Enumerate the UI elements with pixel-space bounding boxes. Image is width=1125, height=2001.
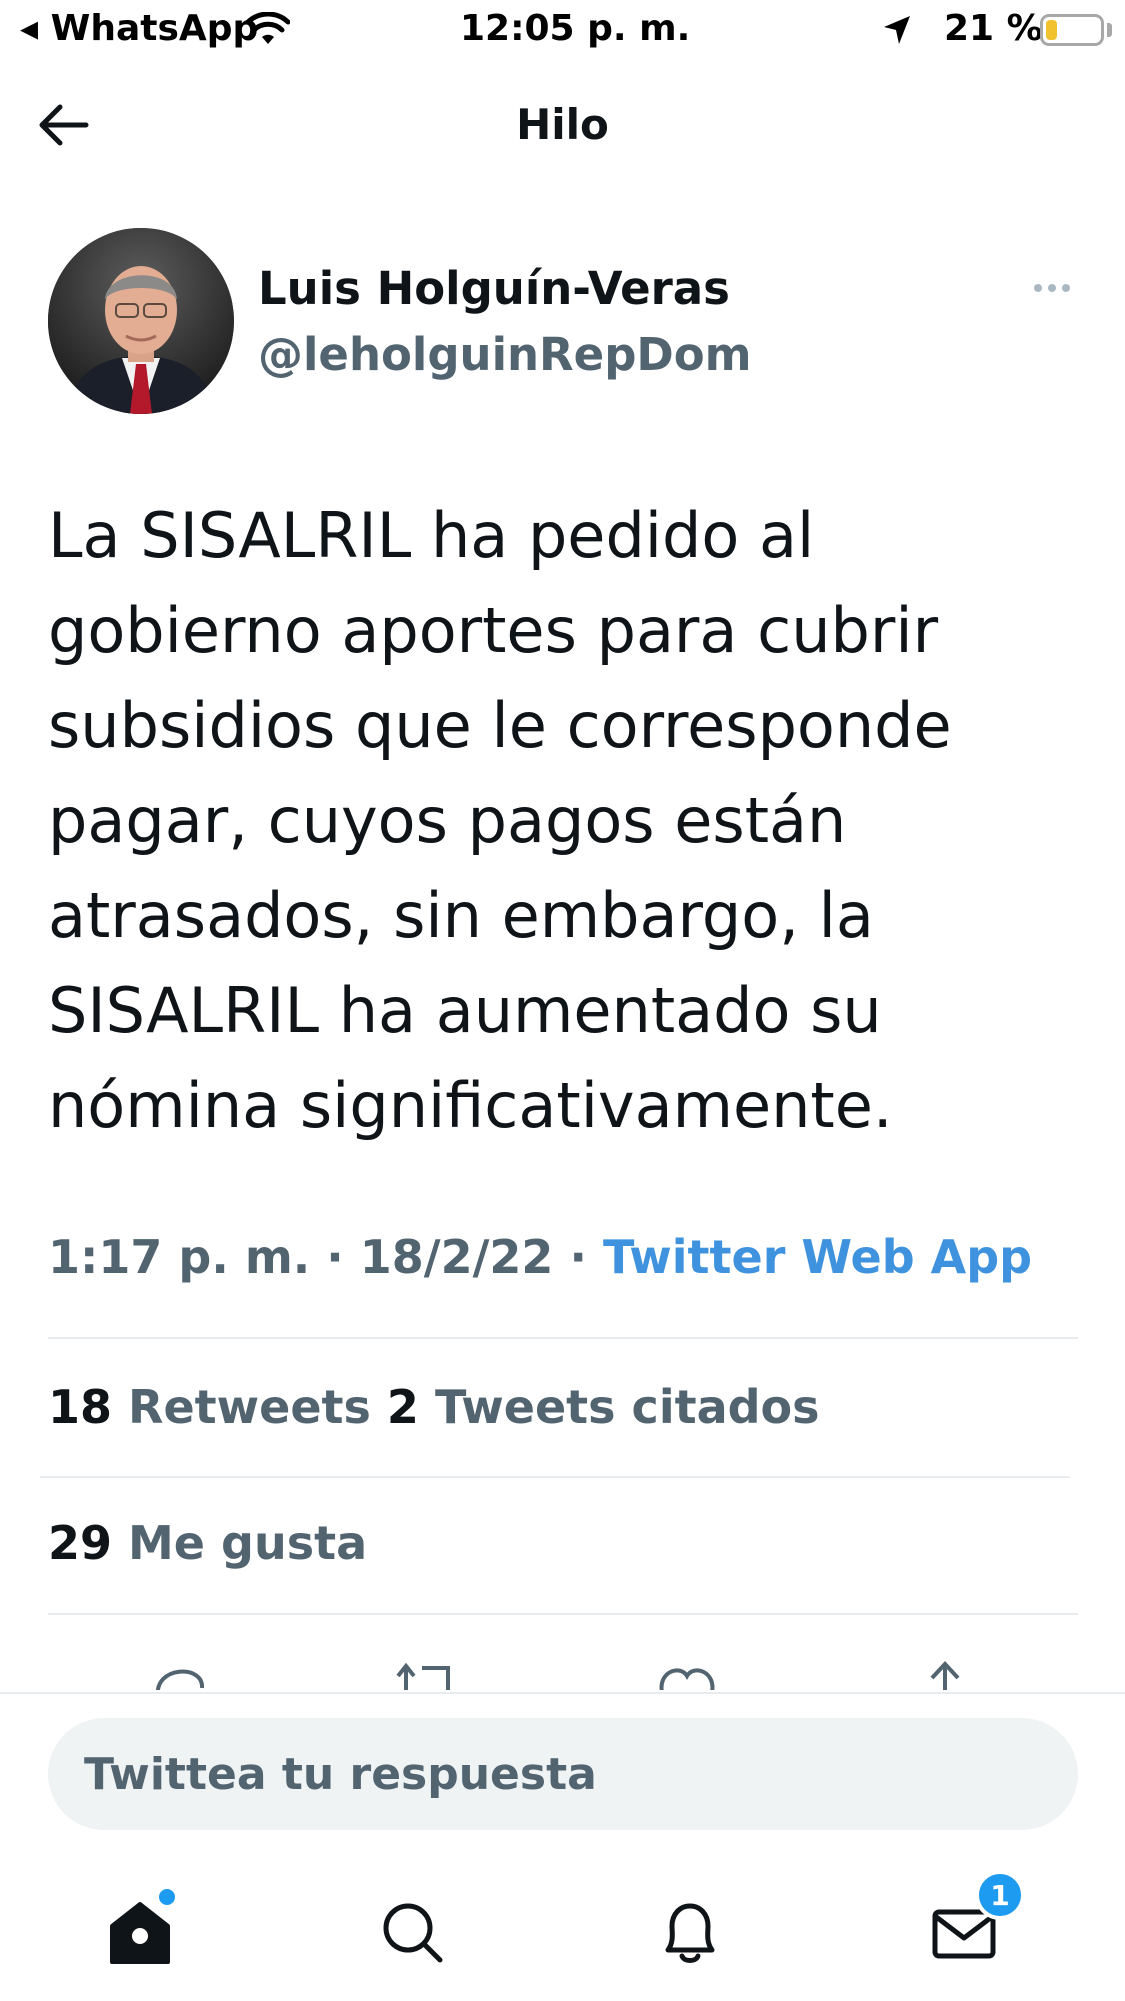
divider bbox=[40, 1476, 1070, 1478]
reply-composer: Twittea tu respuesta bbox=[0, 1692, 1125, 1862]
reply-button[interactable] bbox=[144, 1656, 214, 1690]
retweet-button[interactable] bbox=[392, 1656, 462, 1690]
retweet-icon bbox=[396, 1662, 450, 1690]
more-dot bbox=[1048, 284, 1056, 292]
avatar-image bbox=[48, 228, 234, 414]
battery-nub bbox=[1107, 23, 1112, 37]
nav-bar: Hilo bbox=[0, 62, 1125, 192]
status-bar: ◂ WhatsApp 12:05 p. m. 21 % bbox=[0, 0, 1125, 62]
back-to-app-link[interactable]: ◂ WhatsApp bbox=[20, 8, 258, 49]
meta-separator: · bbox=[569, 1230, 587, 1284]
author-name[interactable]: Luis Holguín-Veras bbox=[258, 262, 730, 315]
tweet-source-link[interactable]: Twitter Web App bbox=[603, 1230, 1032, 1284]
quotes-link[interactable]: 2 Tweets citados bbox=[387, 1380, 820, 1434]
tab-bar: 1 bbox=[0, 1862, 1125, 2001]
messages-badge: 1 bbox=[975, 1870, 1025, 1920]
location-arrow-icon bbox=[884, 16, 910, 44]
like-button[interactable] bbox=[652, 1656, 722, 1690]
likes-label: Me gusta bbox=[128, 1516, 368, 1570]
more-dot bbox=[1062, 284, 1070, 292]
more-options-button[interactable] bbox=[1026, 270, 1078, 306]
battery-percentage: 21 % bbox=[944, 8, 1043, 49]
tweet-text-line: atrasados, sin embargo, la bbox=[48, 879, 874, 952]
tweet-date: 18/2/22 bbox=[359, 1230, 554, 1284]
tweet-text-line: SISALRIL ha aumentado su bbox=[48, 974, 882, 1047]
more-dot bbox=[1034, 284, 1042, 292]
tweet-text-line: La SISALRIL ha pedido al bbox=[48, 499, 815, 572]
author-handle[interactable]: @leholguinRepDom bbox=[258, 328, 752, 381]
tweet-text-line: subsidios que le corresponde bbox=[48, 689, 952, 762]
tweet-text-line: nómina significativamente. bbox=[48, 1069, 893, 1142]
divider bbox=[48, 1613, 1078, 1615]
quotes-count: 2 bbox=[386, 1380, 419, 1434]
search-icon bbox=[383, 1903, 443, 1963]
status-time: 12:05 p. m. bbox=[460, 8, 691, 49]
bell-icon bbox=[665, 1903, 715, 1963]
retweets-link[interactable]: 18 Retweets bbox=[48, 1380, 387, 1434]
tweet-text-line: gobierno aportes para cubrir bbox=[48, 594, 939, 667]
tab-home[interactable] bbox=[90, 1882, 190, 1982]
author-avatar[interactable] bbox=[48, 228, 234, 414]
share-button[interactable] bbox=[910, 1656, 980, 1690]
tab-notifications[interactable] bbox=[640, 1882, 740, 1982]
likes-stats-row[interactable]: 29 Me gusta bbox=[48, 1516, 367, 1570]
likes-count: 29 bbox=[48, 1516, 113, 1570]
retweets-label: Retweets bbox=[128, 1380, 371, 1434]
retweets-count: 18 bbox=[48, 1380, 113, 1434]
divider bbox=[48, 1337, 1078, 1339]
page-title: Hilo bbox=[516, 100, 609, 149]
tweet-text: La SISALRIL ha pedido al gobierno aporte… bbox=[48, 488, 1088, 1153]
battery-level-fill bbox=[1046, 20, 1057, 40]
share-icon bbox=[930, 1661, 960, 1690]
tab-messages[interactable]: 1 bbox=[915, 1870, 1025, 1982]
tweet-time: 1:17 p. m. bbox=[48, 1230, 311, 1284]
tweet-action-bar bbox=[0, 1640, 1125, 1690]
battery-icon bbox=[1040, 14, 1104, 46]
tab-search[interactable] bbox=[362, 1882, 462, 1982]
tweet-timestamp: 1:17 p. m. · 18/2/22 · Twitter Web App bbox=[48, 1230, 1032, 1284]
retweet-stats-row: 18 Retweets 2 Tweets citados bbox=[48, 1380, 820, 1434]
wifi-icon bbox=[246, 12, 290, 44]
heart-icon bbox=[659, 1668, 715, 1690]
reply-icon bbox=[156, 1669, 204, 1690]
tweet-text-line: pagar, cuyos pagos están bbox=[48, 784, 847, 857]
reply-input[interactable]: Twittea tu respuesta bbox=[48, 1718, 1078, 1830]
home-notification-dot bbox=[156, 1886, 178, 1908]
meta-separator: · bbox=[326, 1230, 344, 1284]
quotes-label: Tweets citados bbox=[434, 1380, 820, 1434]
